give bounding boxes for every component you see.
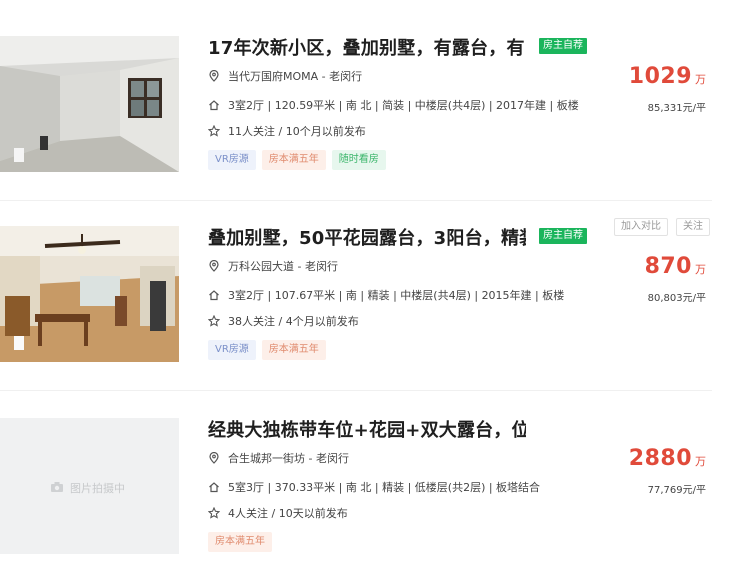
price-value: 1029: [628, 64, 692, 89]
total-price: 870 万: [645, 254, 706, 279]
house-icon: [208, 289, 220, 301]
listing-card[interactable]: 叠加别墅，50平花园露台，3阳台，精装... 房主自荐 加入对比 关注 万科公园…: [0, 216, 740, 396]
house-info-row: 3室2厅 | 120.59平米 | 南 北 | 简装 | 中楼层(共4层) | …: [208, 97, 579, 113]
house-info-row: 3室2厅 | 107.67平米 | 南 | 精装 | 中楼层(共4层) | 20…: [208, 287, 564, 303]
price-value: 2880: [628, 446, 692, 471]
location-pin-icon: [208, 70, 220, 82]
follow-info: 4人关注 / 10天以前发布: [228, 507, 348, 520]
location-row: 合生城邦一街坊 - 老闵行: [208, 450, 349, 466]
photo-pending-text: 图片拍摄中: [70, 482, 125, 495]
house-icon: [208, 481, 220, 493]
tag-five-years: 房本满五年: [208, 532, 272, 552]
location-pin-icon: [208, 260, 220, 272]
star-icon: [208, 315, 220, 327]
location-row: 当代万国府MOMA - 老闵行: [208, 68, 362, 84]
star-icon: [208, 507, 220, 519]
price-unit: 万: [695, 455, 706, 468]
tag-anytime-viewing: 随时看房: [331, 150, 386, 170]
house-info: 5室3厅 | 370.33平米 | 南 北 | 精装 | 低楼层(共2层) | …: [228, 481, 541, 494]
location-pin-icon: [208, 452, 220, 464]
tag-five-years: 房本满五年: [261, 150, 326, 170]
unit-price: 80,803元/平: [647, 293, 706, 304]
photo-pending-label: 图片拍摄中: [50, 480, 125, 496]
camera-icon: [50, 481, 64, 496]
total-price: 1029 万: [629, 64, 706, 89]
listing-card[interactable]: 17年次新小区，叠加别墅，有露台，有... 房主自荐 当代万国府MOMA - 老…: [0, 26, 740, 206]
location-link[interactable]: 合生城邦一街坊 - 老闵行: [228, 450, 349, 466]
follow-info: 11人关注 / 10个月以前发布: [228, 125, 366, 138]
location-row: 万科公园大道 - 老闵行: [208, 258, 338, 274]
add-compare-button[interactable]: 加入对比: [614, 218, 668, 236]
star-icon: [208, 125, 220, 137]
tag-list: VR房源 房本满五年 随时看房: [208, 150, 386, 170]
tag-list: VR房源 房本满五年: [208, 340, 326, 360]
listing-photo[interactable]: [0, 36, 179, 172]
listing-photo-placeholder[interactable]: 图片拍摄中: [0, 418, 179, 554]
divider: [0, 200, 712, 201]
listing-title[interactable]: 叠加别墅，50平花园露台，3阳台，精装...: [208, 224, 526, 250]
follow-info: 38人关注 / 4个月以前发布: [228, 315, 359, 328]
tag-vr: VR房源: [208, 340, 256, 360]
listing-title[interactable]: 17年次新小区，叠加别墅，有露台，有...: [208, 34, 526, 60]
owner-recommend-badge: 房主自荐: [539, 228, 587, 244]
house-info-row: 5室3厅 | 370.33平米 | 南 北 | 精装 | 低楼层(共2层) | …: [208, 479, 540, 495]
house-icon: [208, 99, 220, 111]
tag-five-years: 房本满五年: [261, 340, 326, 360]
price-unit: 万: [695, 73, 706, 86]
follow-row: 38人关注 / 4个月以前发布: [208, 313, 359, 329]
listing-title[interactable]: 经典大独栋带车位+花园+双大露台，位...: [208, 416, 526, 442]
owner-recommend-badge: 房主自荐: [539, 38, 587, 54]
price-unit: 万: [695, 263, 706, 276]
house-info: 3室2厅 | 120.59平米 | 南 北 | 简装 | 中楼层(共4层) | …: [228, 99, 579, 112]
listing-photo[interactable]: [0, 226, 179, 362]
total-price: 2880 万: [629, 446, 706, 471]
location-link[interactable]: 万科公园大道 - 老闵行: [228, 258, 338, 274]
follow-button[interactable]: 关注: [676, 218, 710, 236]
location-link[interactable]: 当代万国府MOMA - 老闵行: [228, 68, 362, 84]
listing-card[interactable]: 图片拍摄中 经典大独栋带车位+花园+双大露台，位... 合生城邦一街坊 - 老闵…: [0, 408, 740, 588]
tag-vr: VR房源: [208, 150, 256, 170]
price-value: 870: [644, 254, 692, 279]
divider: [0, 390, 712, 391]
unit-price: 85,331元/平: [647, 103, 706, 114]
unit-price: 77,769元/平: [647, 485, 706, 496]
house-info: 3室2厅 | 107.67平米 | 南 | 精装 | 中楼层(共4层) | 20…: [228, 289, 565, 302]
follow-row: 11人关注 / 10个月以前发布: [208, 123, 366, 139]
follow-row: 4人关注 / 10天以前发布: [208, 505, 348, 521]
tag-list: 房本满五年: [208, 532, 272, 552]
